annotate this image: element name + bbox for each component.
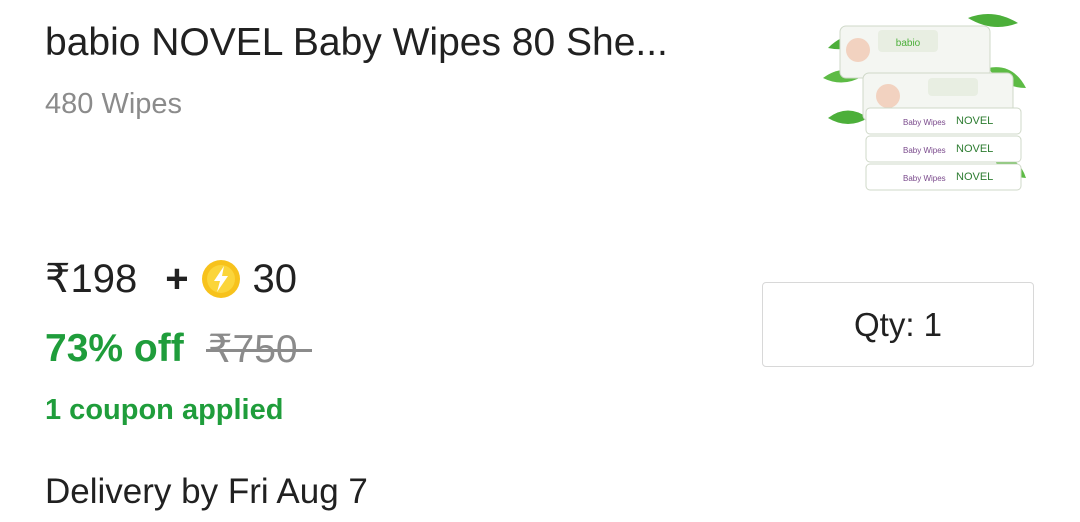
svg-text:NOVEL: NOVEL <box>956 143 993 155</box>
quantity-label: Qty: 1 <box>853 305 943 343</box>
svg-text:Baby Wipes: Baby Wipes <box>903 174 946 183</box>
supercoin-icon <box>201 260 240 298</box>
svg-text:NOVEL: NOVEL <box>956 115 993 127</box>
svg-text:Baby Wipes: Baby Wipes <box>903 146 946 155</box>
quantity-selector[interactable]: Qty: 1 <box>762 282 1034 367</box>
discount-row: 73% off ₹750 <box>45 323 312 375</box>
product-image[interactable]: babio Baby Wipes NOVEL Baby Wipes NOVEL … <box>818 8 1028 198</box>
delivery-date: Delivery by Fri Aug 7 <box>45 472 368 511</box>
original-price: ₹750 <box>205 327 312 371</box>
discount-percent: 73% off <box>45 327 184 370</box>
product-variant: 480 Wipes <box>45 88 183 120</box>
product-title[interactable]: babio NOVEL Baby Wipes 80 She... <box>45 18 805 68</box>
coupon-applied-text[interactable]: 1 coupon applied <box>45 390 283 430</box>
plus-sign: + <box>165 256 189 301</box>
price-row: ₹198 + 30 <box>45 253 297 305</box>
svg-text:Baby Wipes: Baby Wipes <box>903 118 946 127</box>
supercoin-count: 30 <box>252 256 298 301</box>
svg-text:NOVEL: NOVEL <box>956 171 993 183</box>
selling-price: ₹198 <box>45 257 138 301</box>
svg-text:babio: babio <box>896 38 921 49</box>
